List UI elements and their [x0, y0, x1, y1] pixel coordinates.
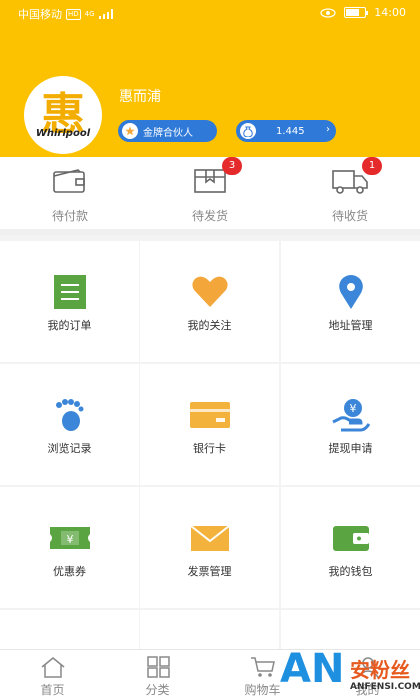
menu-history[interactable]: 浏览记录	[0, 364, 139, 485]
signal-icon	[98, 9, 113, 19]
network-type: 4G	[84, 10, 95, 18]
shipment-badge: 3	[222, 157, 242, 175]
wallet-outline-icon	[53, 169, 85, 193]
heart-icon	[191, 276, 228, 307]
tab-category[interactable]: 分类	[105, 650, 210, 700]
avatar[interactable]: 惠 Whirlpool	[24, 76, 102, 154]
bank-card-icon	[189, 402, 230, 428]
tab-label: 分类	[145, 683, 170, 697]
order-pending-shipment[interactable]: 3 待发货	[140, 157, 280, 229]
receipt-badge: 1	[362, 157, 382, 175]
list-icon	[53, 275, 86, 309]
coin-amount: 1.445	[276, 125, 305, 137]
rank-label: 金牌合伙人	[143, 127, 193, 139]
menu-label: 我的订单	[47, 319, 92, 332]
menu-label: 我的钱包	[328, 565, 373, 578]
star-icon	[122, 123, 138, 139]
status-left: 中国移动 HD 4G	[18, 6, 113, 22]
order-label: 待付款	[51, 209, 88, 223]
menu-label: 浏览记录	[47, 442, 92, 455]
order-status-bar: 待付款 3 待发货 1 待收货	[0, 157, 420, 235]
menu-coupons[interactable]: ¥ 优惠券	[0, 487, 139, 608]
menu-row-partial	[281, 610, 420, 649]
envelope-icon	[189, 525, 230, 551]
menu-grid: 我的订单 我的关注 地址管理 浏览记录 银行卡 ¥ 提现申请 ¥ 优惠券 发票管…	[0, 241, 420, 649]
status-bar: 中国移动 HD 4G 14:00	[0, 0, 420, 26]
menu-bank-card[interactable]: 银行卡	[140, 364, 279, 485]
username: 惠而浦	[119, 89, 161, 105]
home-icon	[41, 657, 64, 678]
eye-icon	[320, 7, 336, 18]
watermark-name: 安粉丝	[350, 658, 410, 682]
svg-text:¥: ¥	[349, 402, 356, 415]
order-pending-receipt[interactable]: 1 待收货	[280, 157, 420, 229]
chevron-right-icon: ›	[326, 124, 330, 135]
menu-label: 发票管理	[187, 565, 232, 578]
cart-icon	[250, 657, 275, 677]
menu-row-partial	[140, 610, 279, 649]
money-bag-icon	[240, 123, 256, 139]
withdraw-icon: ¥	[331, 399, 370, 432]
footprint-icon	[55, 399, 83, 431]
menu-wallet[interactable]: 我的钱包	[281, 487, 420, 608]
menu-withdraw[interactable]: ¥ 提现申请	[281, 364, 420, 485]
menu-label: 银行卡	[193, 442, 226, 455]
svg-text:¥: ¥	[66, 533, 73, 546]
rank-badge[interactable]: 金牌合伙人	[118, 120, 217, 142]
wallet-icon	[332, 526, 369, 551]
menu-my-follows[interactable]: 我的关注	[140, 241, 279, 362]
watermark-url: ANFENSI.COM	[350, 682, 420, 692]
clock: 14:00	[374, 6, 406, 19]
watermark-an: AN	[280, 646, 345, 692]
tab-label: 首页	[40, 683, 65, 697]
order-label: 待收货	[331, 209, 368, 223]
tab-home[interactable]: 首页	[0, 650, 105, 700]
watermark-logo: AN 安粉丝 ANFENSI.COM	[280, 646, 420, 700]
hd-indicator: HD	[66, 8, 81, 20]
category-icon	[146, 656, 170, 678]
menu-label: 我的关注	[187, 319, 232, 332]
menu-address[interactable]: 地址管理	[281, 241, 420, 362]
order-label: 待发货	[191, 209, 228, 223]
coupon-icon: ¥	[49, 527, 90, 549]
menu-label: 地址管理	[328, 319, 373, 332]
menu-my-orders[interactable]: 我的订单	[0, 241, 139, 362]
location-pin-icon	[338, 275, 363, 309]
battery-icon	[344, 7, 369, 18]
menu-invoice[interactable]: 发票管理	[140, 487, 279, 608]
menu-label: 优惠券	[53, 565, 86, 578]
package-icon	[194, 169, 226, 193]
order-pending-payment[interactable]: 待付款	[0, 157, 140, 229]
menu-row-partial	[0, 610, 139, 649]
profile-header: 中国移动 HD 4G 14:00 惠 Whirlpool 惠而浦 金牌合伙人 1…	[0, 0, 420, 157]
truck-icon	[332, 170, 368, 194]
battery-fill	[346, 9, 359, 16]
coin-balance[interactable]: 1.445 ›	[236, 120, 336, 142]
avatar-brand-text: Whirlpool	[35, 128, 91, 139]
menu-label: 提现申请	[328, 442, 373, 455]
carrier-label: 中国移动	[18, 8, 62, 21]
status-right: 14:00	[320, 6, 406, 19]
